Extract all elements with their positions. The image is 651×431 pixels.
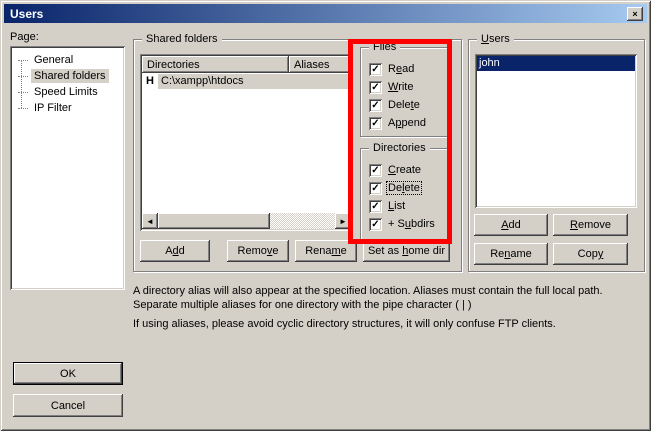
checkbox-row-write: ✓ Write bbox=[369, 80, 414, 94]
copy-user-button[interactable]: Copy bbox=[553, 243, 628, 265]
sidebar-item-general[interactable]: General bbox=[10, 52, 125, 68]
add-user-button[interactable]: Add bbox=[474, 214, 548, 236]
home-marker: H bbox=[142, 74, 158, 89]
remove-user-button[interactable]: Remove bbox=[553, 214, 628, 236]
sidebar-item-label: IP Filter bbox=[32, 102, 74, 114]
tree-line bbox=[18, 60, 28, 61]
button-label: Add bbox=[501, 219, 521, 231]
set-as-home-dir-button[interactable]: Set as home dir bbox=[363, 240, 450, 262]
checkbox-row-subdirs: ✓ + Subdirs bbox=[369, 217, 436, 231]
button-label: Remove bbox=[570, 219, 611, 231]
directories-listview[interactable]: Directories Aliases H C:\xampp\htdocs ◄ … bbox=[140, 54, 353, 231]
check-icon: ✓ bbox=[371, 82, 379, 93]
checkbox-row-list: ✓ List bbox=[369, 199, 406, 213]
alias-info-text: A directory alias will also appear at th… bbox=[133, 284, 641, 312]
directories-permissions-group: Directories ✓ Create ✓ Delete ✓ List ✓ +… bbox=[360, 148, 450, 241]
checkbox-label[interactable]: Delete bbox=[387, 182, 421, 194]
ok-button[interactable]: OK bbox=[13, 362, 123, 385]
check-icon: ✓ bbox=[371, 183, 379, 194]
column-header-directories[interactable]: Directories bbox=[142, 56, 289, 73]
read-checkbox[interactable]: ✓ bbox=[369, 63, 382, 76]
sidebar-item-ip-filter[interactable]: IP Filter bbox=[10, 100, 125, 116]
close-button[interactable]: × bbox=[627, 7, 643, 21]
checkbox-label[interactable]: Create bbox=[387, 164, 422, 176]
listview-header: Directories Aliases bbox=[142, 56, 351, 73]
group-label: Directories bbox=[369, 142, 430, 155]
title-bar: Users × bbox=[4, 4, 647, 23]
scrollbar-thumb[interactable] bbox=[158, 213, 270, 229]
cancel-button[interactable]: Cancel bbox=[13, 394, 123, 417]
user-list-item[interactable]: john bbox=[477, 56, 635, 71]
scroll-left-button[interactable]: ◄ bbox=[142, 213, 158, 229]
checkbox-row-append: ✓ Append bbox=[369, 116, 427, 130]
button-label: Rename bbox=[305, 245, 347, 257]
group-label: Users bbox=[477, 33, 514, 46]
cyclic-warning-text: If using aliases, please avoid cyclic di… bbox=[133, 317, 641, 331]
check-icon: ✓ bbox=[371, 100, 379, 111]
check-icon: ✓ bbox=[371, 201, 379, 212]
tree-line bbox=[18, 108, 28, 109]
button-label: Set as home dir bbox=[368, 245, 445, 257]
directory-path: C:\xampp\htdocs bbox=[158, 74, 351, 89]
scroll-right-icon: ► bbox=[339, 217, 347, 226]
group-label: Files bbox=[369, 41, 400, 54]
button-label: Add bbox=[165, 245, 185, 257]
add-directory-button[interactable]: Add bbox=[140, 240, 210, 262]
subdirs-checkbox[interactable]: ✓ bbox=[369, 218, 382, 231]
button-label: Remove bbox=[238, 245, 279, 257]
users-list[interactable]: john bbox=[475, 54, 637, 208]
delete-file-checkbox[interactable]: ✓ bbox=[369, 99, 382, 112]
remove-directory-button[interactable]: Remove bbox=[227, 240, 289, 262]
tree-line bbox=[18, 76, 28, 77]
check-icon: ✓ bbox=[371, 118, 379, 129]
check-icon: ✓ bbox=[371, 219, 379, 230]
checkbox-label[interactable]: Write bbox=[387, 81, 414, 93]
button-label: Rename bbox=[490, 248, 532, 260]
check-icon: ✓ bbox=[371, 165, 379, 176]
checkbox-row-read: ✓ Read bbox=[369, 62, 415, 76]
create-checkbox[interactable]: ✓ bbox=[369, 164, 382, 177]
close-icon: × bbox=[632, 9, 637, 19]
checkbox-row-delete-dir: ✓ Delete bbox=[369, 181, 421, 195]
checkbox-label[interactable]: + Subdirs bbox=[387, 218, 436, 230]
checkbox-label[interactable]: List bbox=[387, 200, 406, 212]
scroll-left-icon: ◄ bbox=[146, 217, 154, 226]
column-header-aliases[interactable]: Aliases bbox=[289, 56, 351, 73]
checkbox-row-delete-file: ✓ Delete bbox=[369, 98, 421, 112]
window-title: Users bbox=[4, 7, 627, 21]
scroll-right-button[interactable]: ► bbox=[335, 213, 351, 229]
delete-dir-checkbox[interactable]: ✓ bbox=[369, 182, 382, 195]
check-icon: ✓ bbox=[371, 64, 379, 75]
sidebar-item-label: Shared folders bbox=[32, 70, 108, 82]
checkbox-label[interactable]: Delete bbox=[387, 99, 421, 111]
append-checkbox[interactable]: ✓ bbox=[369, 117, 382, 130]
list-checkbox[interactable]: ✓ bbox=[369, 200, 382, 213]
page-list[interactable]: General Shared folders Speed Limits IP F… bbox=[10, 46, 125, 290]
checkbox-label[interactable]: Append bbox=[387, 117, 427, 129]
checkbox-row-create: ✓ Create bbox=[369, 163, 422, 177]
group-label: Shared folders bbox=[142, 33, 222, 46]
rename-user-button[interactable]: Rename bbox=[474, 243, 548, 265]
button-label: Copy bbox=[578, 248, 604, 260]
write-checkbox[interactable]: ✓ bbox=[369, 81, 382, 94]
rename-directory-button[interactable]: Rename bbox=[295, 240, 357, 262]
files-permissions-group: Files ✓ Read ✓ Write ✓ Delete ✓ Append bbox=[360, 47, 450, 137]
sidebar-item-shared-folders[interactable]: Shared folders bbox=[10, 68, 125, 84]
scrollbar-track[interactable] bbox=[270, 213, 335, 229]
sidebar-item-label: Speed Limits bbox=[32, 86, 100, 98]
sidebar-item-speed-limits[interactable]: Speed Limits bbox=[10, 84, 125, 100]
horizontal-scrollbar[interactable]: ◄ ► bbox=[142, 213, 351, 229]
users-dialog: { "window": { "title": "Users" }, "icons… bbox=[0, 0, 651, 431]
checkbox-label[interactable]: Read bbox=[387, 63, 415, 75]
directory-row[interactable]: H C:\xampp\htdocs bbox=[142, 74, 351, 89]
page-label: Page: bbox=[10, 31, 39, 43]
tree-line bbox=[18, 92, 28, 93]
sidebar-item-label: General bbox=[32, 54, 75, 66]
